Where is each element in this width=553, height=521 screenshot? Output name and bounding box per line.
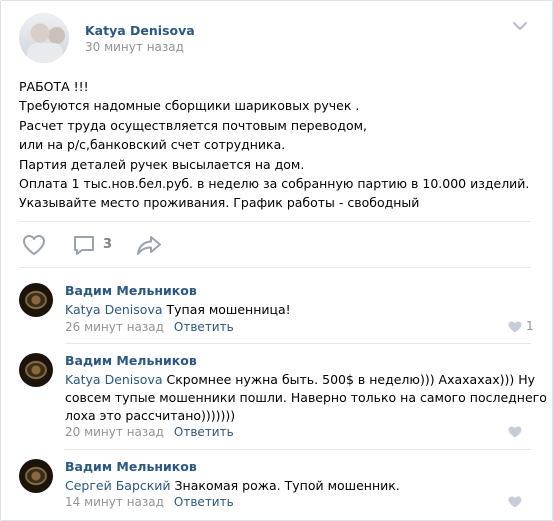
comment-timestamp[interactable]: 20 минут назад <box>65 425 164 439</box>
heart-icon <box>508 496 522 508</box>
post-divider <box>19 221 531 222</box>
post-line: или на р/с,банковский счет сотрудника. <box>19 137 286 153</box>
post-text: РАБОТА !!! Требуются надомные сборщики ш… <box>19 77 529 213</box>
commenter-avatar[interactable] <box>19 283 53 317</box>
post-line: Оплата 1 тыс.нов.бел.руб. в неделю за со… <box>19 176 530 192</box>
share-button[interactable] <box>135 233 165 259</box>
comment-timestamp[interactable]: 26 минут назад <box>65 320 164 334</box>
reply-button[interactable]: Ответить <box>174 425 234 439</box>
comments-divider <box>19 267 531 268</box>
comment-item: Вадим Мельников Сергей Барский Знакомая … <box>19 459 539 515</box>
comment-like-button[interactable]: 1 <box>508 319 534 335</box>
post-line: РАБОТА !!! <box>19 79 89 94</box>
comment-text: Katya Denisova Тупая мошенница! <box>65 301 525 319</box>
post-timestamp[interactable]: 30 минут назад <box>85 40 184 54</box>
comment-like-count: 1 <box>526 319 534 333</box>
comment-text: Katya Denisova Скромнее нужна быть. 500$… <box>65 371 547 425</box>
comment-divider <box>65 343 531 344</box>
reply-button[interactable]: Ответить <box>174 495 234 509</box>
post-line: Расчет труда осуществляется почтовым пер… <box>19 117 368 133</box>
commenter-avatar[interactable] <box>19 459 53 493</box>
comments-count: 3 <box>103 237 113 252</box>
reply-to-name[interactable]: Katya Denisova <box>65 302 163 317</box>
comment-text-line: Скромнее нужна быть. 500$ в неделю))) Ах… <box>166 372 536 387</box>
comment-meta: 20 минут назад Ответить <box>65 425 234 439</box>
comment-text-line: Тупая мошенница! <box>166 302 291 317</box>
comment-text-line: Знакомая рожа. Тупой мошенник. <box>174 478 400 493</box>
author-avatar[interactable] <box>19 13 69 63</box>
comment-like-button[interactable] <box>508 494 532 510</box>
comment-divider <box>65 449 531 450</box>
like-button[interactable] <box>21 233 47 259</box>
commenter-avatar[interactable] <box>19 353 53 387</box>
comment-meta: 14 минут назад Ответить <box>65 495 234 509</box>
share-icon <box>137 236 161 255</box>
heart-icon <box>23 235 45 255</box>
reply-to-name[interactable]: Katya Denisova <box>65 372 163 387</box>
heart-icon <box>508 321 522 333</box>
reply-to-name[interactable]: Сергей Барский <box>65 478 171 493</box>
comment-meta: 26 минут назад Ответить <box>65 320 234 334</box>
post-line: Партия деталей ручек высылается на дом. <box>19 156 305 172</box>
comment-icon <box>74 236 94 255</box>
comment-item: Вадим Мельников Katya Denisova Тупая мош… <box>19 283 539 339</box>
commenter-name[interactable]: Вадим Мельников <box>65 459 197 474</box>
comment-timestamp[interactable]: 14 минут назад <box>65 495 164 509</box>
comment-text-line: лоха это рассчитано))))))) <box>65 408 236 423</box>
comment-button[interactable]: 3 <box>71 233 131 259</box>
post-author-name[interactable]: Katya Denisova <box>85 23 195 38</box>
commenter-name[interactable]: Вадим Мельников <box>65 283 197 298</box>
comment-item: Вадим Мельников Katya Denisova Скромнее … <box>19 353 547 443</box>
comment-text: Сергей Барский Знакомая рожа. Тупой моше… <box>65 477 525 495</box>
post-line: Требуются надомные сборщики шариковых ру… <box>19 98 360 114</box>
post-line: Указывайте место проживания. График рабо… <box>19 195 420 211</box>
heart-icon <box>508 426 522 438</box>
reply-button[interactable]: Ответить <box>174 320 234 334</box>
commenter-name[interactable]: Вадим Мельников <box>65 353 197 368</box>
comment-like-button[interactable] <box>508 424 532 440</box>
post-actions: 3 <box>19 233 539 261</box>
comment-text-line: совсем тупые мошенники пошли. Наверно то… <box>65 390 547 405</box>
chevron-down-icon[interactable] <box>513 21 527 31</box>
post-card: Katya Denisova 30 минут назад РАБОТА !!!… <box>0 0 553 521</box>
